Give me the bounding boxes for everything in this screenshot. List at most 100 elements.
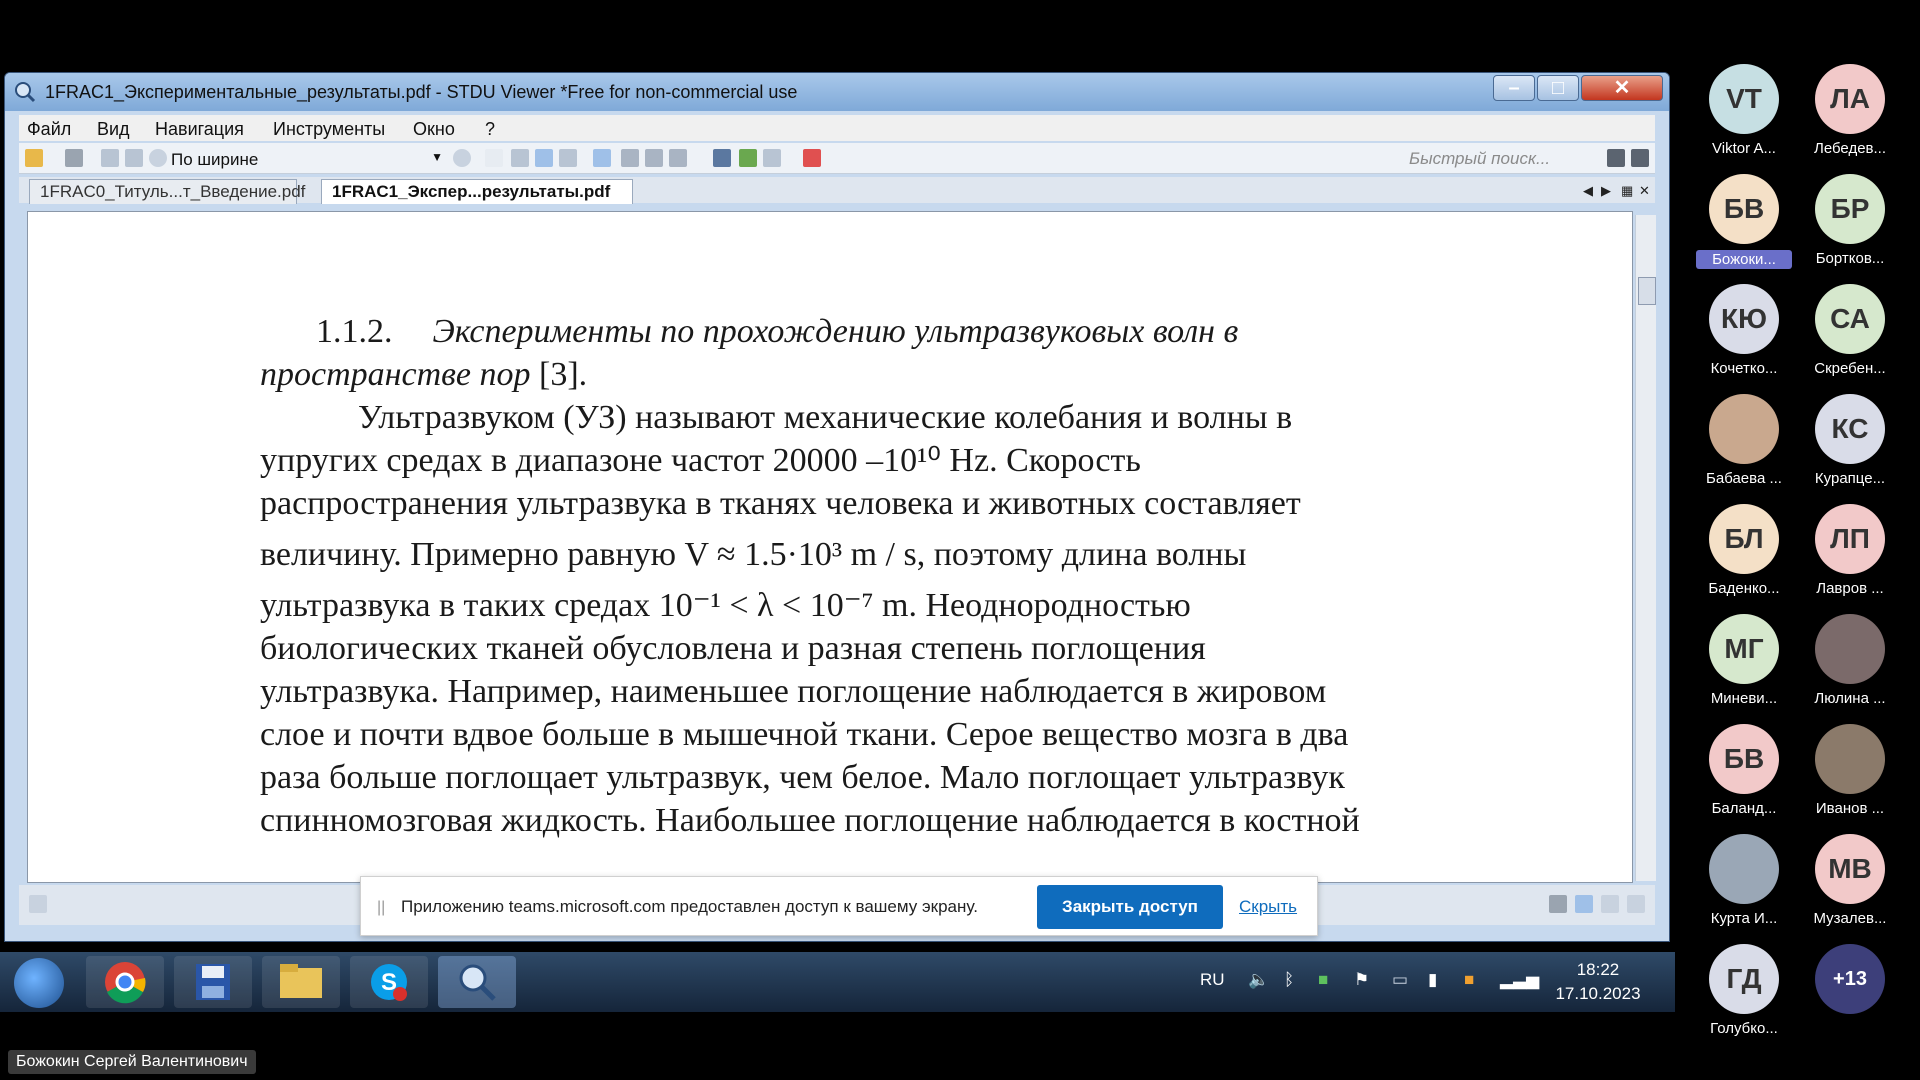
settings-icon[interactable] — [1549, 895, 1567, 913]
participant-tile[interactable]: Курта И... — [1696, 834, 1792, 927]
explorer-taskbar-icon[interactable] — [262, 956, 340, 1008]
heading-number: 1.1.2. — [316, 313, 393, 350]
search-prev-icon[interactable] — [1607, 149, 1625, 167]
signal-icon[interactable]: ▂▃▅ — [1500, 970, 1539, 990]
stop-sharing-button[interactable]: Закрыть доступ — [1037, 885, 1223, 929]
tab-scroll-left-icon[interactable]: ◀ — [1583, 183, 1593, 199]
two-pages-icon[interactable] — [1601, 895, 1619, 913]
menu-view[interactable]: Вид — [97, 119, 130, 140]
security-icon[interactable]: ■ — [1318, 970, 1328, 990]
participant-tile[interactable]: Люлина ... — [1802, 614, 1898, 707]
participant-tile[interactable]: Иванов ... — [1802, 724, 1898, 817]
paragraph-line: раза больше поглощает ультразвук, чем бе… — [260, 759, 1345, 796]
heading-title-2: пространстве пор — [260, 356, 531, 393]
more-participants-button[interactable]: +13 — [1802, 944, 1898, 1014]
grid-pages-icon[interactable] — [1627, 895, 1645, 913]
minimize-icon: – — [1508, 77, 1520, 99]
participant-tile[interactable]: БВ Баланд... — [1696, 724, 1792, 817]
presenter-name-label: Божокин Сергей Валентинович — [8, 1050, 256, 1074]
actual-size-icon[interactable] — [485, 149, 503, 167]
find-icon[interactable] — [713, 149, 731, 167]
skype-taskbar-icon[interactable]: S — [350, 956, 428, 1008]
zoom-in-icon[interactable] — [453, 149, 471, 167]
bluetooth-icon[interactable]: ᛒ — [1284, 970, 1294, 990]
avatar: ЛП — [1815, 504, 1885, 574]
menu-help[interactable]: ? — [485, 119, 495, 140]
tab-scroll-right-icon[interactable]: ▶ — [1601, 183, 1611, 199]
avatar-photo — [1709, 394, 1779, 464]
quick-search-input[interactable]: Быстрый поиск... — [1409, 149, 1589, 169]
scrollbar-thumb[interactable] — [1638, 277, 1656, 305]
save-taskbar-icon[interactable] — [174, 956, 252, 1008]
tab-document-1[interactable]: 1FRAC1_Экспер...результаты.pdf — [321, 179, 633, 204]
zoom-out-icon[interactable] — [149, 149, 167, 167]
fit-height-icon[interactable] — [559, 149, 577, 167]
participant-tile[interactable]: ЛА Лебедев... — [1802, 64, 1898, 157]
participant-name: Баденко... — [1708, 580, 1780, 597]
stdu-taskbar-icon[interactable] — [438, 956, 516, 1008]
paste-icon[interactable] — [125, 149, 143, 167]
system-clock[interactable]: 18:22 17.10.2023 — [1548, 958, 1648, 1006]
participant-tile[interactable]: БВ Божоки... — [1696, 174, 1792, 269]
chrome-taskbar-icon[interactable] — [86, 956, 164, 1008]
window-title: 1FRAC1_Экспериментальные_результаты.pdf … — [45, 82, 798, 102]
participant-tile[interactable]: КЮ Кочетко... — [1696, 284, 1792, 377]
hand-tool-icon[interactable] — [593, 149, 611, 167]
tab-document-0[interactable]: 1FRAC0_Титуль...т_Введение.pdf — [29, 179, 305, 204]
stdu-viewer-icon — [15, 82, 36, 103]
avatar: КЮ — [1709, 284, 1779, 354]
vertical-scrollbar[interactable] — [1635, 215, 1656, 881]
maximize-button[interactable]: □ — [1537, 75, 1579, 101]
print-icon[interactable] — [65, 149, 83, 167]
network-share-icon[interactable]: ■ — [1464, 970, 1474, 990]
heading-ref: [3]. — [539, 356, 588, 393]
skype-icon: S — [371, 964, 407, 1001]
close-button[interactable]: ✕ — [1581, 75, 1663, 101]
tab-close-icon[interactable]: ✕ — [1639, 183, 1650, 199]
pages-icon[interactable] — [763, 149, 781, 167]
windows-taskbar: S RU 🔈 ᛒ ■ ⚑ ▭ ▮ ■ ▂▃▅ 18:22 17.10.2023 — [0, 952, 1675, 1012]
participant-tile[interactable]: СА Скребен... — [1802, 284, 1898, 377]
sidebar-toggle-icon[interactable] — [29, 895, 47, 913]
menu-file[interactable]: Файл — [27, 119, 71, 140]
minimize-button[interactable]: – — [1493, 75, 1535, 101]
start-button[interactable] — [14, 958, 64, 1008]
bookmark-icon[interactable] — [803, 149, 821, 167]
participant-tile[interactable]: БЛ Баденко... — [1696, 504, 1792, 597]
action-center-flag-icon[interactable]: ⚑ — [1354, 970, 1369, 990]
document-view[interactable]: 1.1.2. Эксперименты по прохождению ультр… — [27, 211, 1633, 883]
participant-tile[interactable]: МГ Миневи... — [1696, 614, 1792, 707]
volume-icon[interactable]: 🔈 — [1248, 970, 1269, 990]
fit-width-icon[interactable] — [535, 149, 553, 167]
search-next-icon[interactable] — [1631, 149, 1649, 167]
menu-navigation[interactable]: Навигация — [155, 119, 244, 140]
avatar-photo — [1815, 724, 1885, 794]
tab-list-icon[interactable]: ▦ — [1621, 183, 1633, 199]
select-text-icon[interactable] — [621, 149, 639, 167]
shared-screen: 1FRAC1_Экспериментальные_результаты.pdf … — [0, 0, 1675, 1020]
participant-tile[interactable]: БР Бортков... — [1802, 174, 1898, 267]
participant-tile[interactable]: КС Курапце... — [1802, 394, 1898, 487]
copy-icon[interactable] — [101, 149, 119, 167]
drag-handle-icon[interactable]: || — [377, 899, 385, 917]
zoom-select[interactable]: По ширине ▼ — [171, 150, 451, 170]
title-bar[interactable]: 1FRAC1_Экспериментальные_результаты.pdf … — [5, 73, 1669, 111]
participant-tile[interactable]: МВ Музалев... — [1802, 834, 1898, 927]
select-image-icon[interactable] — [645, 149, 663, 167]
participant-tile[interactable]: Бабаева ... — [1696, 394, 1792, 487]
participant-tile[interactable]: VT Viktor A... — [1696, 64, 1792, 157]
participant-tile[interactable]: ЛП Лавров ... — [1802, 504, 1898, 597]
fit-page-icon[interactable] — [511, 149, 529, 167]
go-back-icon[interactable] — [739, 149, 757, 167]
language-indicator[interactable]: RU — [1200, 970, 1225, 990]
menu-window[interactable]: Окно — [413, 119, 455, 140]
hide-link[interactable]: Скрыть — [1239, 897, 1297, 917]
snapshot-icon[interactable] — [669, 149, 687, 167]
participant-tile[interactable]: ГД Голубко... — [1696, 944, 1792, 1037]
participant-name: Баланд... — [1711, 800, 1777, 817]
open-folder-icon[interactable] — [25, 149, 43, 167]
menu-tools[interactable]: Инструменты — [273, 119, 385, 140]
single-page-icon[interactable] — [1575, 895, 1593, 913]
display-icon[interactable]: ▭ — [1392, 970, 1408, 990]
power-icon[interactable]: ▮ — [1428, 970, 1437, 990]
